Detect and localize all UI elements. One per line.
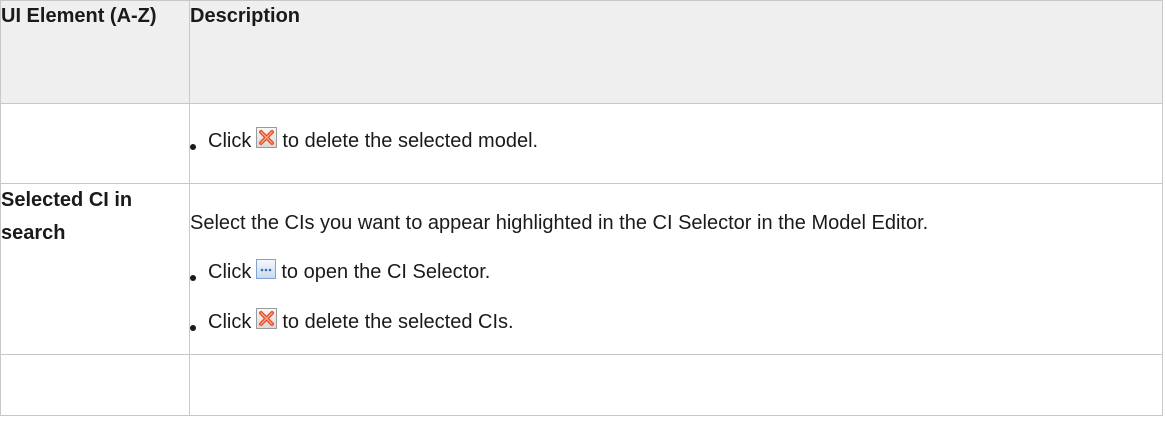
ui-element-cell xyxy=(0,103,190,184)
bullet-prefix: Click xyxy=(208,261,252,283)
list-item: Click to open the CI Selector. xyxy=(190,256,1162,289)
description-cell: Click to delete the selected model. xyxy=(189,103,1163,184)
bullet-prefix: Click xyxy=(208,130,252,152)
list-item: Click to delete the selected CIs. xyxy=(190,306,1162,339)
description-cell: Select the CIs you want to appear highli… xyxy=(189,183,1163,355)
table-header-row: UI Element (A-Z) Description xyxy=(0,0,1163,104)
bullet-suffix: to delete the selected CIs. xyxy=(282,311,514,333)
column-header-ui-element: UI Element (A-Z) xyxy=(0,0,190,104)
ui-element-cell: Selected CI in search xyxy=(0,183,190,355)
delete-x-icon xyxy=(256,308,278,329)
bullet-suffix: to open the CI Selector. xyxy=(281,261,491,283)
bullet-suffix: to delete the selected model. xyxy=(282,130,539,152)
table-row: Selected CI in search Select the CIs you… xyxy=(0,183,1163,355)
ui-element-cell xyxy=(0,354,190,416)
table-row xyxy=(0,354,1163,416)
description-cell xyxy=(189,354,1163,416)
ellipsis-browse-icon xyxy=(256,258,277,279)
bullet-dot xyxy=(190,274,196,281)
bullet-dot xyxy=(190,324,196,331)
list-item: Click to delete the selected model. xyxy=(190,104,1162,158)
column-header-description: Description xyxy=(189,0,1163,104)
description-text: Select the CIs you want to appear highli… xyxy=(190,212,929,234)
delete-x-icon xyxy=(256,127,278,148)
table-row: Click to delete the selected model. xyxy=(0,103,1163,184)
bullet-dot xyxy=(190,143,196,150)
ui-element-table: UI Element (A-Z) Description Click to de… xyxy=(0,0,1163,416)
bullet-prefix: Click xyxy=(208,311,252,333)
